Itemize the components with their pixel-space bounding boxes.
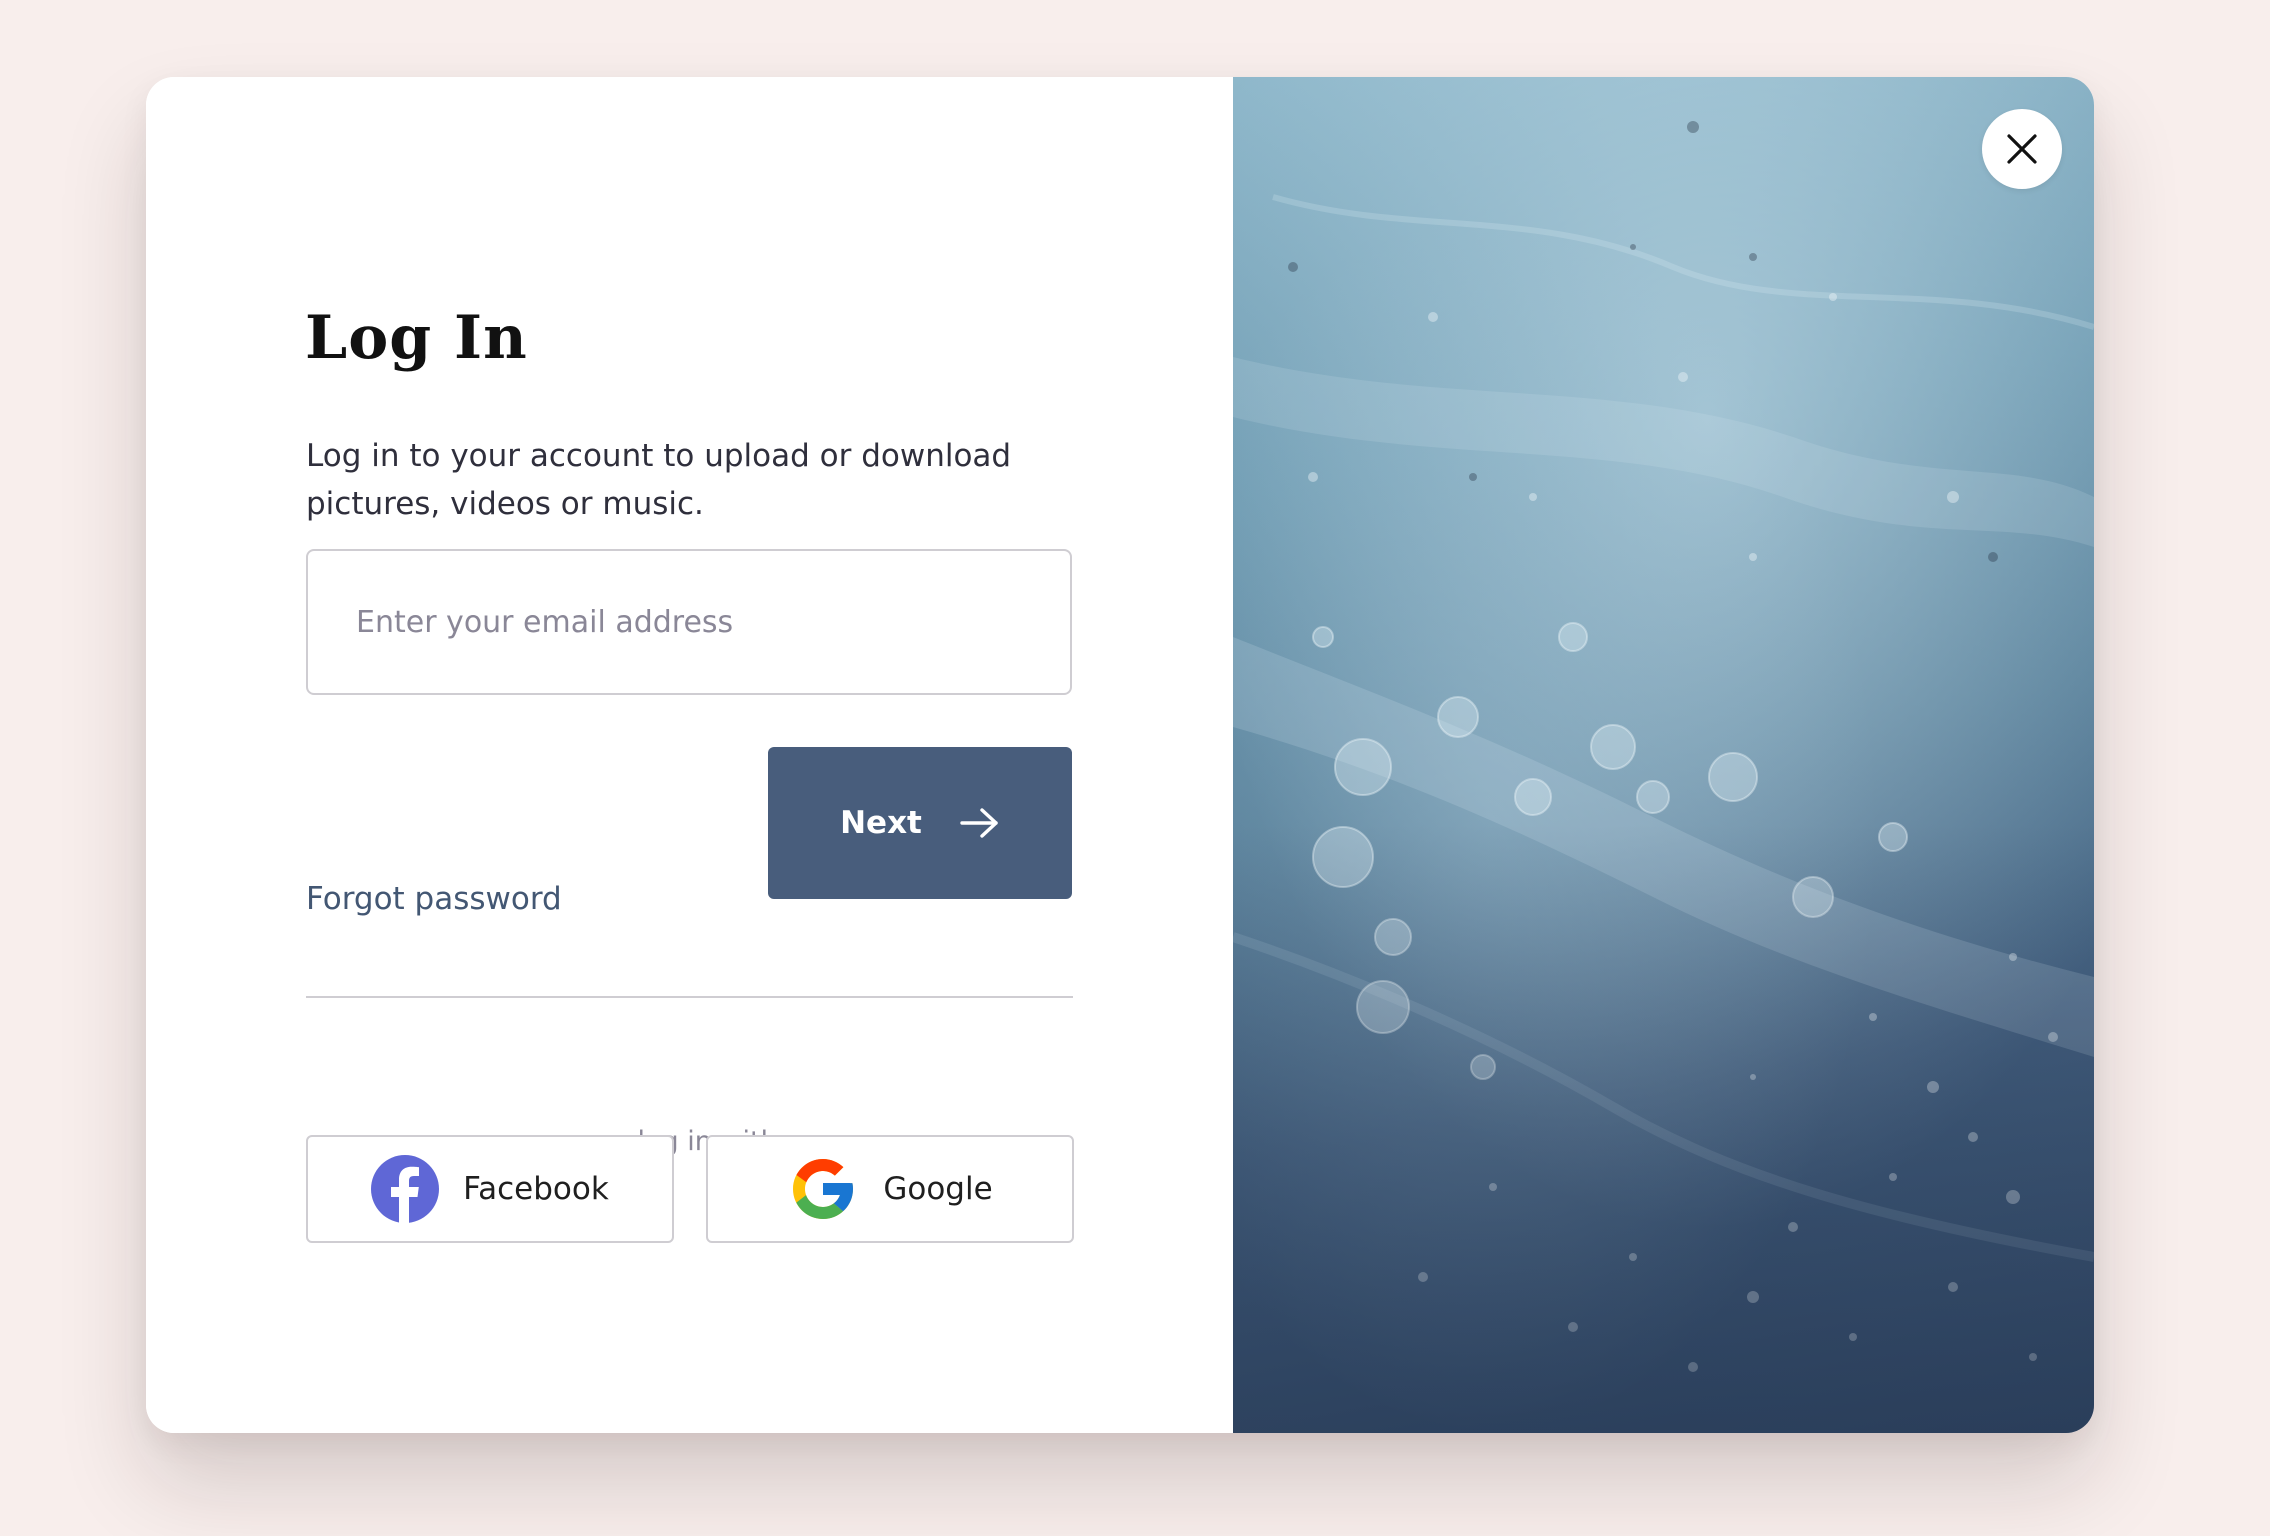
next-button-label: Next [840, 805, 922, 841]
facebook-label: Facebook [463, 1171, 609, 1207]
close-icon [2005, 132, 2039, 166]
water-bubbles-image [1233, 77, 2094, 1433]
page-title: Log In [305, 303, 528, 373]
google-label: Google [883, 1171, 993, 1207]
login-form-panel: Log In Log in to your account to upload … [146, 77, 1233, 1433]
login-modal: Log In Log in to your account to upload … [146, 77, 2094, 1433]
facebook-icon [371, 1155, 440, 1223]
next-button[interactable]: Next [768, 747, 1072, 899]
arrow-right-icon [960, 807, 1000, 839]
google-icon [787, 1153, 859, 1225]
email-field[interactable] [306, 549, 1072, 695]
close-button[interactable] [1982, 109, 2062, 189]
google-login-button[interactable]: Google [706, 1135, 1074, 1243]
login-description: Log in to your account to upload or down… [306, 438, 1012, 522]
divider [306, 996, 1073, 998]
forgot-password-link[interactable]: Forgot password [306, 881, 562, 917]
facebook-login-button[interactable]: Facebook [306, 1135, 674, 1243]
water-texture [1233, 77, 2094, 1433]
